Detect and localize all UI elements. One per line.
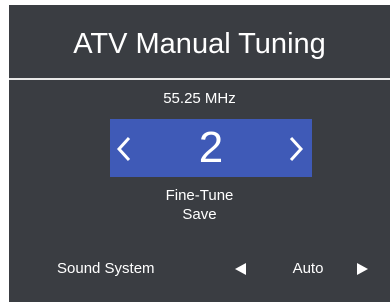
channel-number: 2 [198, 123, 224, 172]
triangle-right-icon[interactable] [357, 263, 368, 275]
page-title: ATV Manual Tuning [73, 28, 326, 60]
sound-system-label: Sound System [57, 260, 155, 277]
title-divider [9, 78, 390, 80]
frequency-readout: 55.25 MHz [163, 90, 236, 107]
fine-tune-button[interactable]: Fine-Tune [9, 187, 390, 205]
atv-manual-tuning-panel: ATV Manual Tuning 55.25 MHz 2 Fine-Tune … [9, 5, 390, 302]
chevron-right-icon[interactable] [288, 119, 304, 177]
triangle-left-icon[interactable] [235, 263, 246, 275]
channel-selector[interactable]: 2 [110, 119, 312, 177]
tv-screen: ATV Manual Tuning 55.25 MHz 2 Fine-Tune … [0, 0, 391, 306]
sound-system-value: Auto [292, 260, 324, 277]
save-button[interactable]: Save [9, 206, 390, 224]
sound-system-row[interactable]: Sound System Auto [9, 258, 390, 280]
